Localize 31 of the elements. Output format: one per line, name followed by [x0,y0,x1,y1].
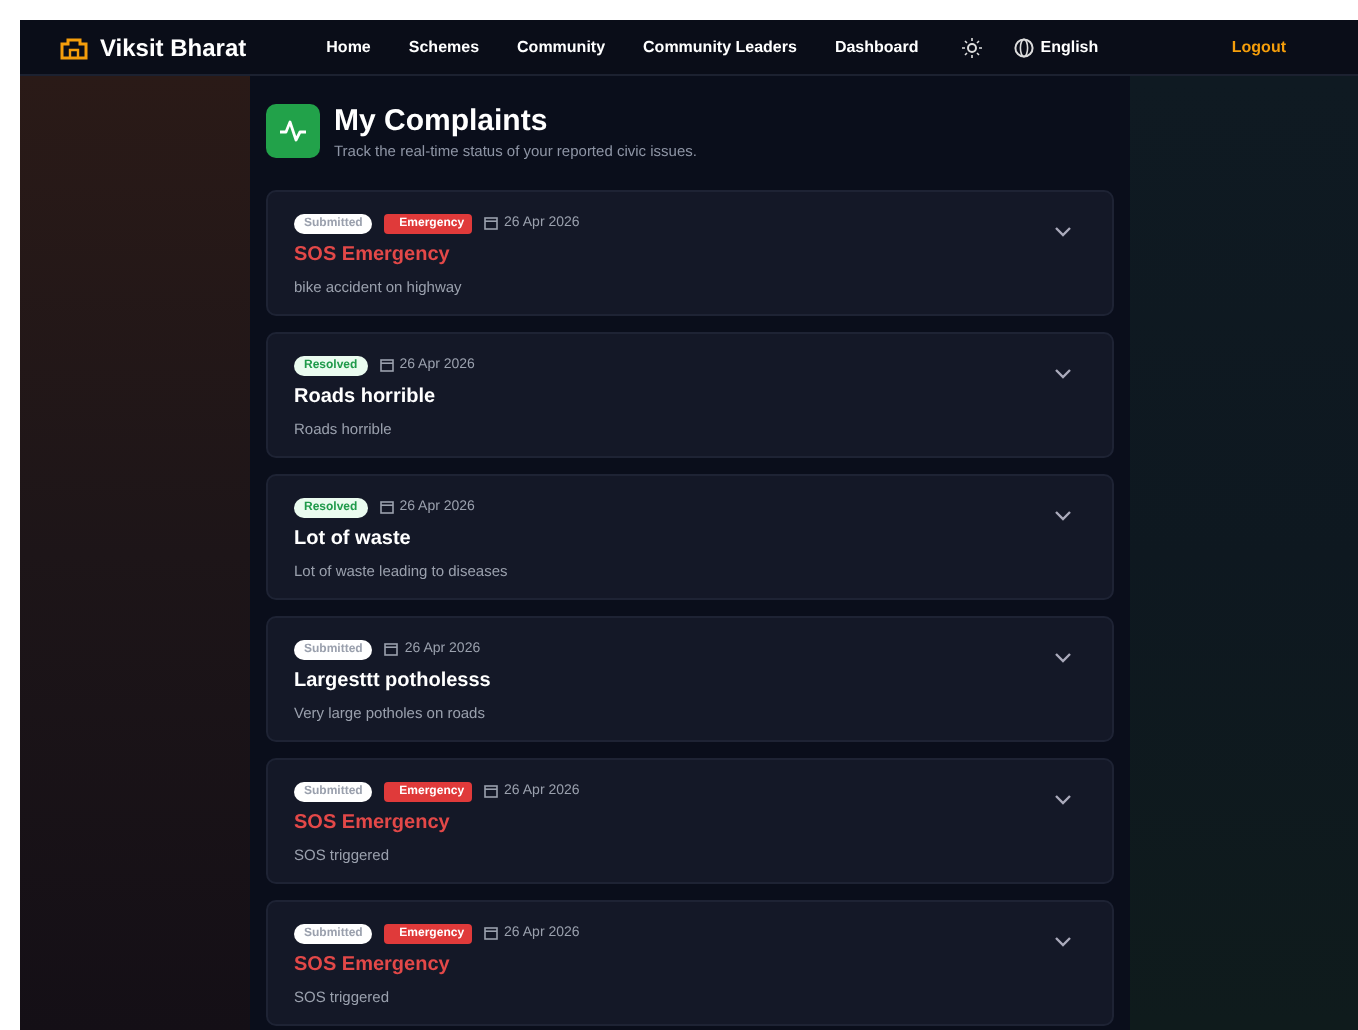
calendar-icon [484,216,499,231]
calendar-icon [379,358,394,373]
brand-name[interactable]: Viksit Bharat [100,29,247,65]
nav-link[interactable]: Dashboard [834,35,919,59]
calendar-icon [384,642,399,657]
chevron-down-icon[interactable] [1054,510,1072,523]
complaint-title: Largesttt potholesss [294,670,493,695]
chevron-down-icon[interactable] [1054,794,1072,807]
globe-icon [1014,37,1035,57]
language-button[interactable]: English [1014,35,1099,59]
nav-link[interactable]: Schemes [408,35,480,59]
page-title: My Complaints [334,104,550,138]
calendar-icon [484,784,499,799]
logout-link[interactable]: Logout [1231,35,1286,59]
chevron-down-icon[interactable] [1054,226,1072,239]
sun-icon[interactable] [962,37,983,57]
nav-link[interactable]: Home [326,35,371,59]
chevron-down-icon[interactable] [1054,936,1072,949]
chevron-down-icon[interactable] [1054,368,1072,381]
calendar-icon [379,500,394,515]
complaint-title: Lot of waste [294,528,413,553]
nav-link[interactable]: Community Leaders [643,35,797,59]
building-icon [60,35,88,59]
calendar-icon [484,926,499,941]
activity-icon [266,104,320,158]
nav-link[interactable]: Community [517,35,606,59]
chevron-down-icon[interactable] [1054,652,1072,665]
complaint-title: SOS Emergency [294,812,452,837]
complaint-title: SOS Emergency [294,954,452,979]
complaint-title: Roads horrible [294,386,438,411]
complaint-title: SOS Emergency [294,244,452,269]
